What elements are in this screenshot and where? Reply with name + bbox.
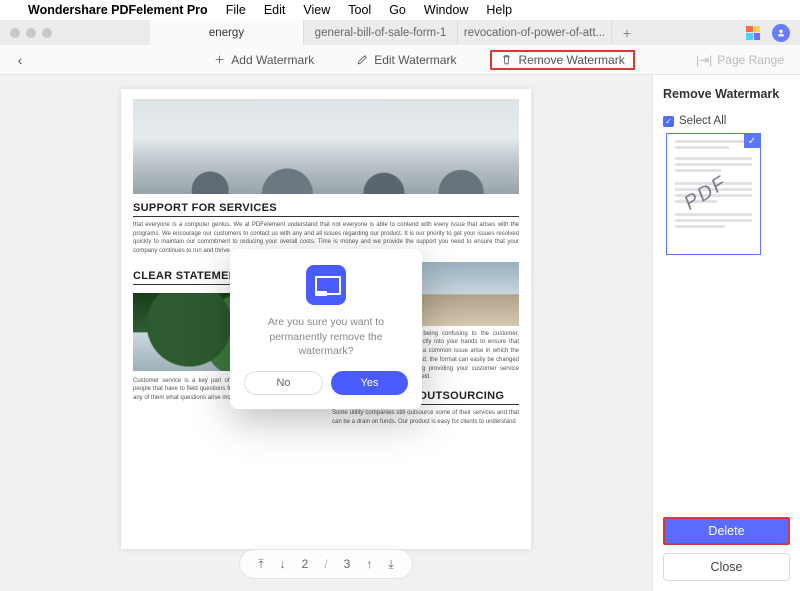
section-body-3: Some utility companies still outsource s… [332,409,519,426]
panel-title: Remove Watermark [663,87,790,101]
page-range-button[interactable]: |⇥| Page Range [696,53,784,67]
prev-page-button[interactable]: ↓ [280,557,286,571]
apps-grid-icon[interactable] [746,26,760,40]
page-range-icon: |⇥| [696,53,712,67]
select-all-label: Select All [679,115,726,127]
section-title-1: SUPPORT FOR SERVICES [133,202,519,214]
tab-revocation[interactable]: revocation-of-power-of-att... [458,20,612,45]
edit-watermark-button[interactable]: Edit Watermark [348,50,464,70]
checkbox-icon[interactable]: ✓ [663,116,674,127]
next-page-button[interactable]: ↑ [366,557,372,571]
add-watermark-button[interactable]: Add Watermark [205,50,322,70]
remove-watermark-panel: Remove Watermark ✓ Select All ✓ PDF Dele… [652,75,800,591]
dialog-message: Are you sure you want to permanently rem… [244,315,408,359]
close-button[interactable]: Close [663,553,790,581]
document-canvas[interactable]: SUPPORT FOR SERVICES that everyone is a … [0,75,652,591]
dialog-yes-button[interactable]: Yes [331,371,408,395]
back-button[interactable]: ‹ [0,52,40,68]
menu-go[interactable]: Go [389,3,406,17]
window-titlebar: energy general-bill-of-sale-form-1 revoc… [0,20,800,45]
tab-bill-of-sale[interactable]: general-bill-of-sale-form-1 [304,20,458,45]
hero-image [133,99,519,194]
watermark-thumbnail[interactable]: ✓ PDF [666,133,761,255]
page-navigator: ⤒ ↓ 2 / 3 ↑ ⤓ [239,549,412,579]
traffic-lights[interactable] [0,28,70,38]
menu-help[interactable]: Help [486,3,512,17]
edit-watermark-label: Edit Watermark [374,53,456,67]
trash-icon [500,53,513,66]
pencil-icon [356,53,369,66]
last-page-button[interactable]: ⤓ [388,557,393,572]
delete-button[interactable]: Delete [663,517,790,545]
menu-file[interactable]: File [226,3,246,17]
tab-energy[interactable]: energy [150,20,304,45]
watermark-preview-text: PDF [680,172,731,216]
dialog-no-button[interactable]: No [244,371,323,395]
plus-icon [213,53,226,66]
first-page-button[interactable]: ⤒ [258,557,263,572]
total-pages: 3 [344,557,351,571]
confirm-dialog: Are you sure you want to permanently rem… [230,249,422,409]
app-logo-icon [306,265,346,305]
menu-window[interactable]: Window [424,3,468,17]
menu-view[interactable]: View [303,3,330,17]
mac-menubar: Wondershare PDFelement Pro File Edit Vie… [0,0,800,20]
remove-watermark-button[interactable]: Remove Watermark [490,50,634,70]
document-tabs: energy general-bill-of-sale-form-1 revoc… [150,20,642,45]
new-tab-button[interactable]: + [612,20,642,45]
menu-edit[interactable]: Edit [264,3,286,17]
watermark-toolbar: ‹ Add Watermark Edit Watermark Remove Wa… [0,45,800,75]
check-icon: ✓ [744,134,760,148]
select-all-row[interactable]: ✓ Select All [663,115,790,127]
add-watermark-label: Add Watermark [231,53,314,67]
app-name[interactable]: Wondershare PDFelement Pro [28,3,208,17]
user-avatar[interactable] [772,24,790,42]
page-range-label: Page Range [717,53,784,67]
remove-watermark-label: Remove Watermark [518,53,624,67]
current-page[interactable]: 2 [302,557,309,571]
menu-tool[interactable]: Tool [348,3,371,17]
page-sep: / [324,557,327,571]
